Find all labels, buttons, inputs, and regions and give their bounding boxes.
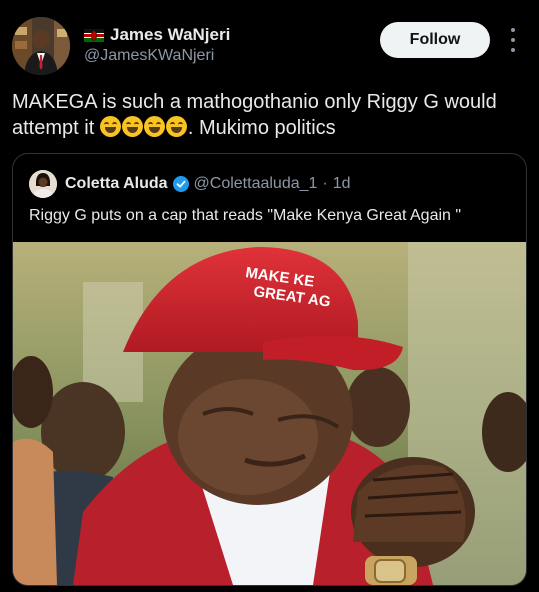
quoted-tweet[interactable]: Coletta Aluda @Colettaaluda_1 · 1d Riggy… [12, 153, 527, 586]
photo-illustration: MAKE KE GREAT AG [13, 242, 526, 585]
follow-button[interactable]: Follow [380, 22, 490, 58]
laughing-emoji-icon [99, 116, 188, 139]
quote-avatar-image [29, 170, 57, 198]
quote-text: Riggy G puts on a cap that reads "Make K… [29, 207, 462, 224]
more-options-icon[interactable] [506, 28, 520, 52]
quote-author-handle[interactable]: @Colettaaluda_1 [194, 175, 318, 193]
author-handle[interactable]: @JamesKWaNjeri [84, 47, 214, 65]
author-display-name[interactable]: James WaNjeri [110, 25, 230, 45]
avatar-image [12, 17, 70, 75]
tweet-text-end: . Mukimo politics [187, 117, 336, 139]
author-name-row: James WaNjeri [84, 24, 230, 46]
verified-badge-icon [172, 176, 189, 192]
quote-author-name[interactable]: Coletta Aluda [65, 175, 168, 193]
quote-header: Coletta Aluda @Colettaaluda_1 · 1d [65, 173, 351, 195]
author-avatar[interactable] [12, 17, 70, 75]
separator-dot: · [322, 175, 328, 192]
tweet-text: MAKEGA is such a mathogothanio only Rigg… [12, 89, 527, 141]
kenya-flag-icon [84, 28, 104, 42]
quote-author-avatar[interactable] [29, 170, 57, 198]
quote-timestamp[interactable]: 1d [333, 175, 351, 193]
quote-photo[interactable]: MAKE KE GREAT AG [13, 242, 526, 585]
